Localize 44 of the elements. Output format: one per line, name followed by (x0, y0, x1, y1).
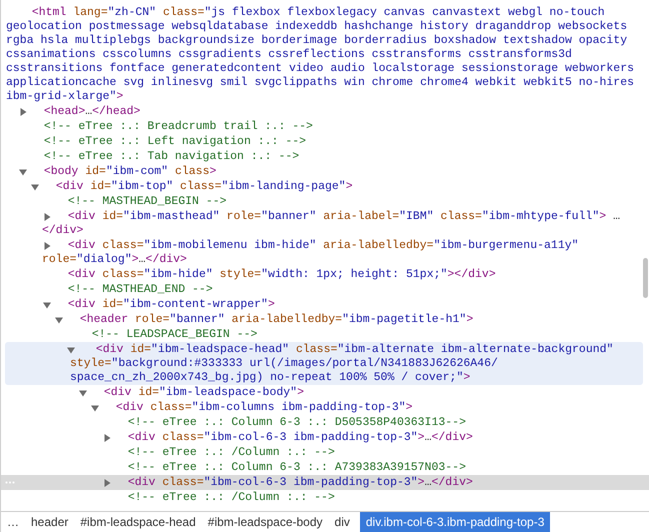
dom-tree-node[interactable]: <!-- eTree :.: Tab navigation :.: --> (1, 149, 639, 164)
breadcrumb-item[interactable]: div (328, 512, 356, 532)
breadcrumb-item[interactable]: header (25, 512, 74, 532)
breadcrumb-item[interactable]: #ibm-leadspace-head (74, 512, 202, 532)
expanded-triangle-icon[interactable] (67, 346, 75, 354)
dom-tree-node[interactable]: <!-- eTree :.: Breadcrumb trail :.: --> (1, 119, 639, 134)
expanded-triangle-icon[interactable] (43, 300, 51, 308)
dom-tree-node[interactable]: <!-- eTree :.: Left navigation :.: --> (1, 134, 639, 149)
dom-tree-node[interactable]: <!-- MASTHEAD_BEGIN --> (1, 194, 639, 209)
scrollbar-thumb[interactable] (643, 258, 648, 298)
dom-tree-node[interactable]: <!-- eTree :.: Column 6-3 :.: A739383A39157N03--> (1, 460, 639, 475)
dom-tree-node[interactable]: <html lang="zh-CN" class="js flexbox flexboxlegacy canvas canvastext webgl no-touch geolocation postmessage websqldatabase indexeddb hashchange history draganddrop websockets rgba hsla multiplebgs backgroundsize borderimage borderradius boxshadow textshadow opacity cssanimations csscolumns cssgradients cssreflections csstransforms csstransforms3d csstransitions fontface generatedcontent video audio localstorage sessionstorage webworkers applicationcache svg inlinesvg smil svgclippaths win chrome chrome4 webkit webkit5 no-hires ibm-grid-xlarge"> (1, 5, 639, 104)
breadcrumb-item[interactable]: #ibm-leadspace-body (202, 512, 329, 532)
dom-tree-node[interactable]: <div id="ibm-leadspace-head" class="ibm-alternate ibm-alternate-background" style="background:#333333 url(/images/portal/N341883J62626A46/ space_cn_zh_2000x743_bg.jpg) no-repeat 100% 50% / cover;"> (5, 342, 643, 385)
dom-tree-node[interactable]: <div class="ibm-col-6-3 ibm-padding-top-3">…</div> (1, 430, 639, 445)
dom-tree-node[interactable]: <div id="ibm-masthead" role="banner" aria-label="IBM" class="ibm-mhtype-full"> … </div> (1, 209, 639, 238)
collapsed-triangle-icon[interactable] (103, 478, 111, 486)
expanded-triangle-icon[interactable] (55, 316, 63, 324)
dom-tree-node[interactable]: <div class="ibm-hide" style="width: 1px; height: 51px;"></div> (1, 267, 639, 282)
dom-tree-node[interactable]: <!-- MASTHEAD_END --> (1, 282, 639, 297)
dom-tree-node[interactable]: <header role="banner" aria-labelledby="ibm-pagetitle-h1"> (1, 312, 639, 327)
breadcrumb-item[interactable]: div.ibm-col-6-3.ibm-padding-top-3 (360, 512, 550, 532)
expanded-triangle-icon[interactable] (79, 388, 87, 396)
dom-tree-node[interactable]: <div class="ibm-mobilemenu ibm-hide" aria-labelledby="ibm-burgermenu-a11y" role="dialog">…</div> (1, 238, 639, 267)
collapsed-triangle-icon[interactable] (43, 212, 51, 220)
collapsed-triangle-icon[interactable] (103, 434, 111, 442)
dom-tree-node[interactable]: <!-- eTree :.: /Column :.: --> (1, 490, 639, 505)
dom-tree-node[interactable]: <div id="ibm-top" class="ibm-landing-page"> (1, 179, 639, 194)
collapsed-triangle-icon[interactable] (43, 242, 51, 250)
expanded-triangle-icon[interactable] (19, 168, 27, 176)
more-dots-icon[interactable] (5, 481, 15, 484)
dom-tree-node[interactable]: <div class="ibm-columns ibm-padding-top-3"> (1, 400, 639, 415)
breadcrumb-item[interactable]: … (1, 512, 25, 532)
collapsed-triangle-icon[interactable] (19, 108, 27, 116)
dom-tree-node[interactable]: <div id="ibm-content-wrapper"> (1, 297, 639, 312)
dom-tree-node[interactable]: <div class="ibm-col-6-3 ibm-padding-top-3">…</div> (1, 475, 649, 490)
expanded-triangle-icon[interactable] (31, 182, 39, 190)
expanded-triangle-icon[interactable] (91, 404, 99, 412)
dom-tree-node[interactable]: <body id="ibm-com" class> (1, 164, 639, 179)
dom-tree-node[interactable]: <!-- LEADSPACE_BEGIN --> (1, 327, 639, 342)
dom-tree-node[interactable]: <!-- eTree :.: Column 6-3 :.: D505358P40363I13--> (1, 415, 639, 430)
dom-tree-node[interactable]: <div id="ibm-leadspace-body"> (1, 385, 639, 400)
dom-tree-node[interactable]: <!-- eTree :.: /Column :.: --> (1, 445, 639, 460)
dom-tree-node[interactable]: <head>…</head> (1, 104, 639, 119)
